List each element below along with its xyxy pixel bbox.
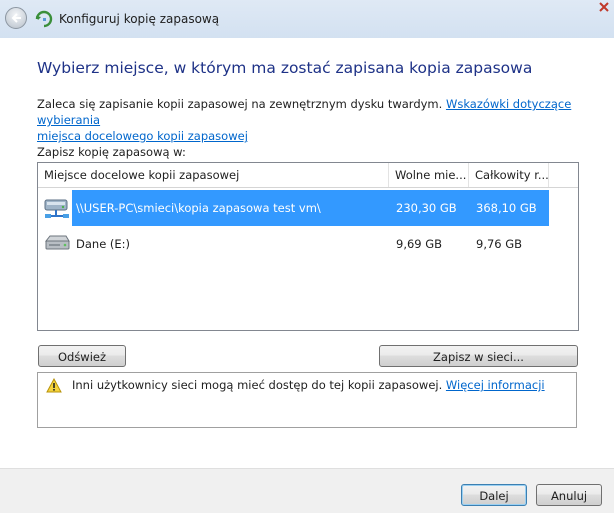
refresh-button[interactable]: Odśwież	[38, 345, 126, 367]
more-info-link[interactable]: Więcej informacji	[446, 378, 545, 392]
tips-link-line2[interactable]: miejsca docelowego kopii zapasowej	[37, 129, 248, 143]
list-item-network[interactable]: \\USER-PC\smieci\kopia zapasowa test vm\…	[38, 190, 578, 226]
footer-bar: Dalej Anuluj	[0, 468, 614, 513]
warning-text: Inni użytkownicy sieci mogą mieć dostęp …	[72, 378, 545, 392]
network-drive-icon	[44, 199, 69, 218]
page-heading: Wybierz miejsce, w którym ma zostać zapi…	[37, 59, 533, 77]
next-button[interactable]: Dalej	[461, 484, 527, 506]
free-space-value: 9,69 GB	[396, 237, 443, 251]
destination-name: Dane (E:)	[76, 237, 131, 251]
total-size-value: 368,10 GB	[476, 201, 537, 215]
total-size-value: 9,76 GB	[476, 237, 523, 251]
destination-name: \\USER-PC\smieci\kopia zapasowa test vm\	[76, 201, 321, 215]
cancel-button[interactable]: Anuluj	[536, 484, 602, 506]
warning-icon	[46, 378, 62, 393]
hard-drive-icon	[44, 235, 70, 250]
save-on-network-button[interactable]: Zapisz w sieci...	[379, 345, 578, 367]
back-button[interactable]	[5, 7, 27, 29]
list-item-drive-e[interactable]: Dane (E:) 9,69 GB 9,76 GB	[38, 226, 578, 262]
window-title: Konfiguruj kopię zapasową	[59, 12, 220, 26]
free-space-value: 230,30 GB	[396, 201, 457, 215]
close-icon[interactable]	[596, 0, 614, 14]
warning-message: Inni użytkownicy sieci mogą mieć dostęp …	[72, 378, 446, 392]
backup-icon	[35, 10, 53, 28]
column-header-free-space[interactable]: Wolne mie...	[389, 163, 469, 187]
save-to-label: Zapisz kopię zapasową w:	[37, 145, 186, 159]
intro-text: Zaleca się zapisanie kopii zapasowej na …	[37, 96, 597, 144]
column-header-destination[interactable]: Miejsce docelowe kopii zapasowej	[38, 163, 389, 187]
title-bar: Konfiguruj kopię zapasową	[0, 0, 614, 38]
column-header-total-size[interactable]: Całkowity r...	[469, 163, 549, 187]
list-header: Miejsce docelowe kopii zapasowej Wolne m…	[38, 163, 578, 188]
warning-box: Inni użytkownicy sieci mogą mieć dostęp …	[37, 372, 577, 428]
intro-sentence: Zaleca się zapisanie kopii zapasowej na …	[37, 97, 446, 111]
destination-list[interactable]: Miejsce docelowe kopii zapasowej Wolne m…	[37, 162, 579, 331]
back-arrow-icon	[11, 13, 21, 23]
